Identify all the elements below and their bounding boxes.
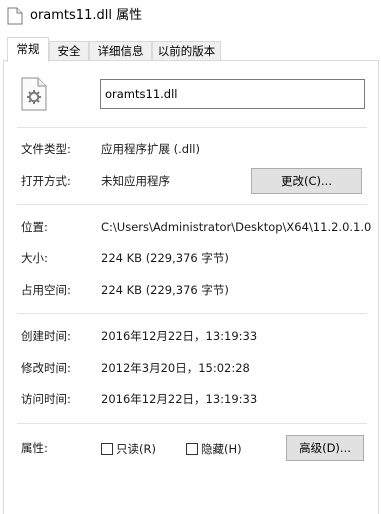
tab-security[interactable]: 安全 xyxy=(49,41,89,61)
created-label: 创建时间: xyxy=(21,329,71,343)
file-type-label: 文件类型: xyxy=(21,142,71,156)
size-on-disk-value: 224 KB (229,376 字节) xyxy=(101,283,229,297)
title-bar: oramts11.dll 属性 xyxy=(0,0,381,34)
advanced-button[interactable]: 高级(D)... xyxy=(286,435,364,461)
tab-previous-versions[interactable]: 以前的版本 xyxy=(152,41,221,61)
readonly-label[interactable]: 只读(R) xyxy=(116,441,156,457)
file-type-value: 应用程序扩展 (.dll) xyxy=(101,142,200,156)
readonly-checkbox[interactable] xyxy=(101,443,113,455)
attributes-label: 属性: xyxy=(21,441,48,455)
created-value: 2016年12月22日，13:19:33 xyxy=(101,329,258,343)
separator xyxy=(17,127,367,128)
document-icon xyxy=(7,7,23,25)
separator xyxy=(17,313,367,314)
separator xyxy=(17,423,367,424)
open-with-label: 打开方式: xyxy=(21,174,71,188)
hidden-label[interactable]: 隐藏(H) xyxy=(201,441,242,457)
location-value: C:\Users\Administrator\Desktop\X64\11.2.… xyxy=(101,220,372,234)
size-value: 224 KB (229,376 字节) xyxy=(101,251,229,265)
modified-label: 修改时间: xyxy=(21,361,71,375)
tab-general[interactable]: 常规 xyxy=(7,37,49,62)
window-title: oramts11.dll 属性 xyxy=(30,8,143,23)
accessed-label: 访问时间: xyxy=(21,392,71,406)
size-on-disk-label: 占用空间: xyxy=(21,283,71,297)
modified-value: 2012年3月20日，15:02:28 xyxy=(101,361,250,375)
hidden-checkbox[interactable] xyxy=(186,443,198,455)
open-with-value: 未知应用程序 xyxy=(101,174,170,188)
size-label: 大小: xyxy=(21,251,48,265)
tab-strip: 常规 安全 详细信息 以前的版本 xyxy=(0,37,381,62)
dll-file-icon xyxy=(21,77,47,111)
location-label: 位置: xyxy=(21,220,48,234)
change-button[interactable]: 更改(C)... xyxy=(251,168,362,194)
file-name-input[interactable]: oramts11.dll xyxy=(100,79,365,109)
tab-details[interactable]: 详细信息 xyxy=(89,41,152,61)
accessed-value: 2016年12月22日，13:19:33 xyxy=(101,392,258,406)
separator xyxy=(17,204,367,205)
